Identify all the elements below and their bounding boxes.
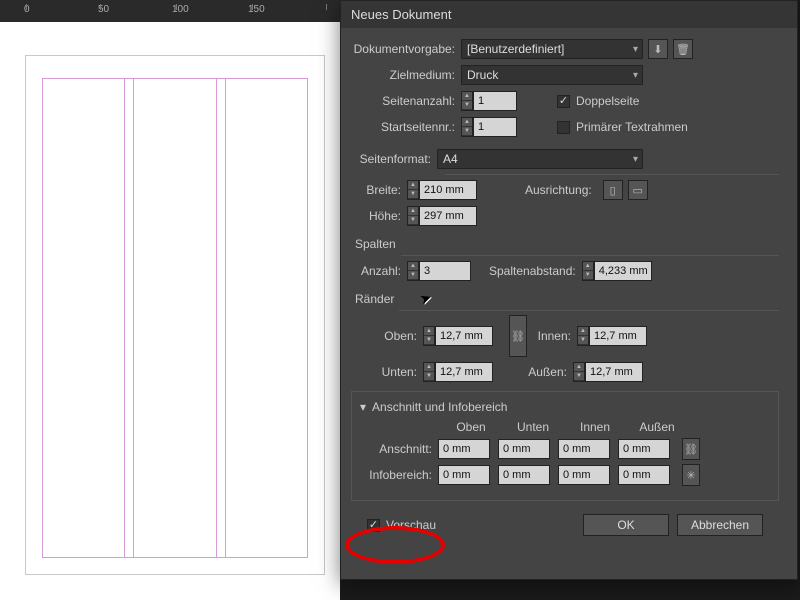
new-document-dialog: Neues Dokument Dokumentvorgabe: [Benutze… — [340, 0, 798, 580]
horizontal-ruler: 0 50 100 150 — [0, 0, 340, 22]
dialog-title: Neues Dokument — [341, 1, 797, 28]
column-guide — [133, 78, 134, 558]
pages-label: Seitenanzahl: — [351, 94, 461, 108]
bleed-link-icon[interactable]: ⛓ — [682, 438, 700, 460]
bleed-bottom-input[interactable] — [498, 439, 550, 459]
slug-bottom-input[interactable] — [498, 465, 550, 485]
preset-label: Dokumentvorgabe: — [351, 42, 461, 56]
bleed-head-bottom: Unten — [502, 420, 564, 434]
intent-select[interactable]: Druck — [461, 65, 643, 85]
slug-outside-input[interactable] — [618, 465, 670, 485]
slug-link-icon[interactable]: ✳ — [682, 464, 700, 486]
columns-count-stepper[interactable]: ▲▼ — [407, 261, 471, 281]
width-label: Breite: — [351, 183, 407, 197]
margin-outside-stepper[interactable]: ▲▼ — [573, 362, 643, 382]
bleed-head-top: Oben — [440, 420, 502, 434]
ok-button[interactable]: OK — [583, 514, 669, 536]
columns-legend: Spalten — [351, 237, 779, 251]
pageformat-select[interactable]: A4 — [437, 149, 643, 169]
margin-bottom-label: Unten: — [351, 365, 423, 379]
slug-top-input[interactable] — [438, 465, 490, 485]
margins-link-icon[interactable]: ⛓ — [509, 315, 527, 357]
column-guide — [216, 78, 217, 558]
columns-count-label: Anzahl: — [351, 264, 407, 278]
margin-inside-label: Innen: — [527, 329, 577, 343]
column-guide — [124, 78, 125, 558]
bleed-fieldset: ▾ Anschnitt und Infobereich Oben Unten I… — [351, 391, 779, 501]
pageformat-label: Seitenformat: — [351, 152, 437, 166]
bleed-outside-input[interactable] — [618, 439, 670, 459]
primary-textframe-checkbox[interactable]: Primärer Textrahmen — [557, 120, 688, 134]
margin-bottom-stepper[interactable]: ▲▼ — [423, 362, 493, 382]
cancel-button[interactable]: Abbrechen — [677, 514, 763, 536]
bleed-head-inside: Innen — [564, 420, 626, 434]
preset-select[interactable]: [Benutzerdefiniert] — [461, 39, 643, 59]
margin-guides — [42, 78, 308, 558]
orientation-portrait-icon[interactable]: ▯ — [603, 180, 623, 200]
margin-outside-label: Außen: — [523, 365, 573, 379]
bleed-inside-input[interactable] — [558, 439, 610, 459]
bleed-head-outside: Außen — [626, 420, 688, 434]
intent-label: Zielmedium: — [351, 68, 461, 82]
bleed-top-input[interactable] — [438, 439, 490, 459]
slug-inside-input[interactable] — [558, 465, 610, 485]
delete-preset-icon[interactable]: 🗑 — [673, 39, 693, 59]
disclosure-triangle-icon[interactable]: ▾ — [360, 400, 366, 414]
margins-legend: Ränder — [351, 292, 779, 306]
pages-stepper[interactable]: ▲▼ — [461, 91, 517, 111]
facing-pages-checkbox[interactable]: ✓ Doppelseite — [557, 94, 639, 108]
gutter-label: Spaltenabstand: — [489, 264, 582, 278]
orientation-landscape-icon[interactable]: ▭ — [628, 180, 648, 200]
orientation-label: Ausrichtung: — [525, 183, 598, 197]
column-guide — [225, 78, 226, 558]
bleed-legend: Anschnitt und Infobereich — [372, 400, 507, 414]
save-preset-icon[interactable]: ⬇ — [648, 39, 668, 59]
width-stepper[interactable]: ▲▼ — [407, 180, 477, 200]
gutter-stepper[interactable]: ▲▼ — [582, 261, 652, 281]
slug-label: Infobereich: — [360, 468, 438, 482]
margin-top-label: Oben: — [351, 329, 423, 343]
margin-top-stepper[interactable]: ▲▼ — [423, 326, 493, 346]
preview-checkbox[interactable]: ✓ Vorschau — [367, 518, 436, 532]
height-label: Höhe: — [351, 209, 407, 223]
startpage-stepper[interactable]: ▲▼ — [461, 117, 517, 137]
startpage-label: Startseitennr.: — [351, 120, 461, 134]
height-stepper[interactable]: ▲▼ — [407, 206, 477, 226]
margin-inside-stepper[interactable]: ▲▼ — [577, 326, 647, 346]
bleed-label: Anschnitt: — [360, 442, 438, 456]
